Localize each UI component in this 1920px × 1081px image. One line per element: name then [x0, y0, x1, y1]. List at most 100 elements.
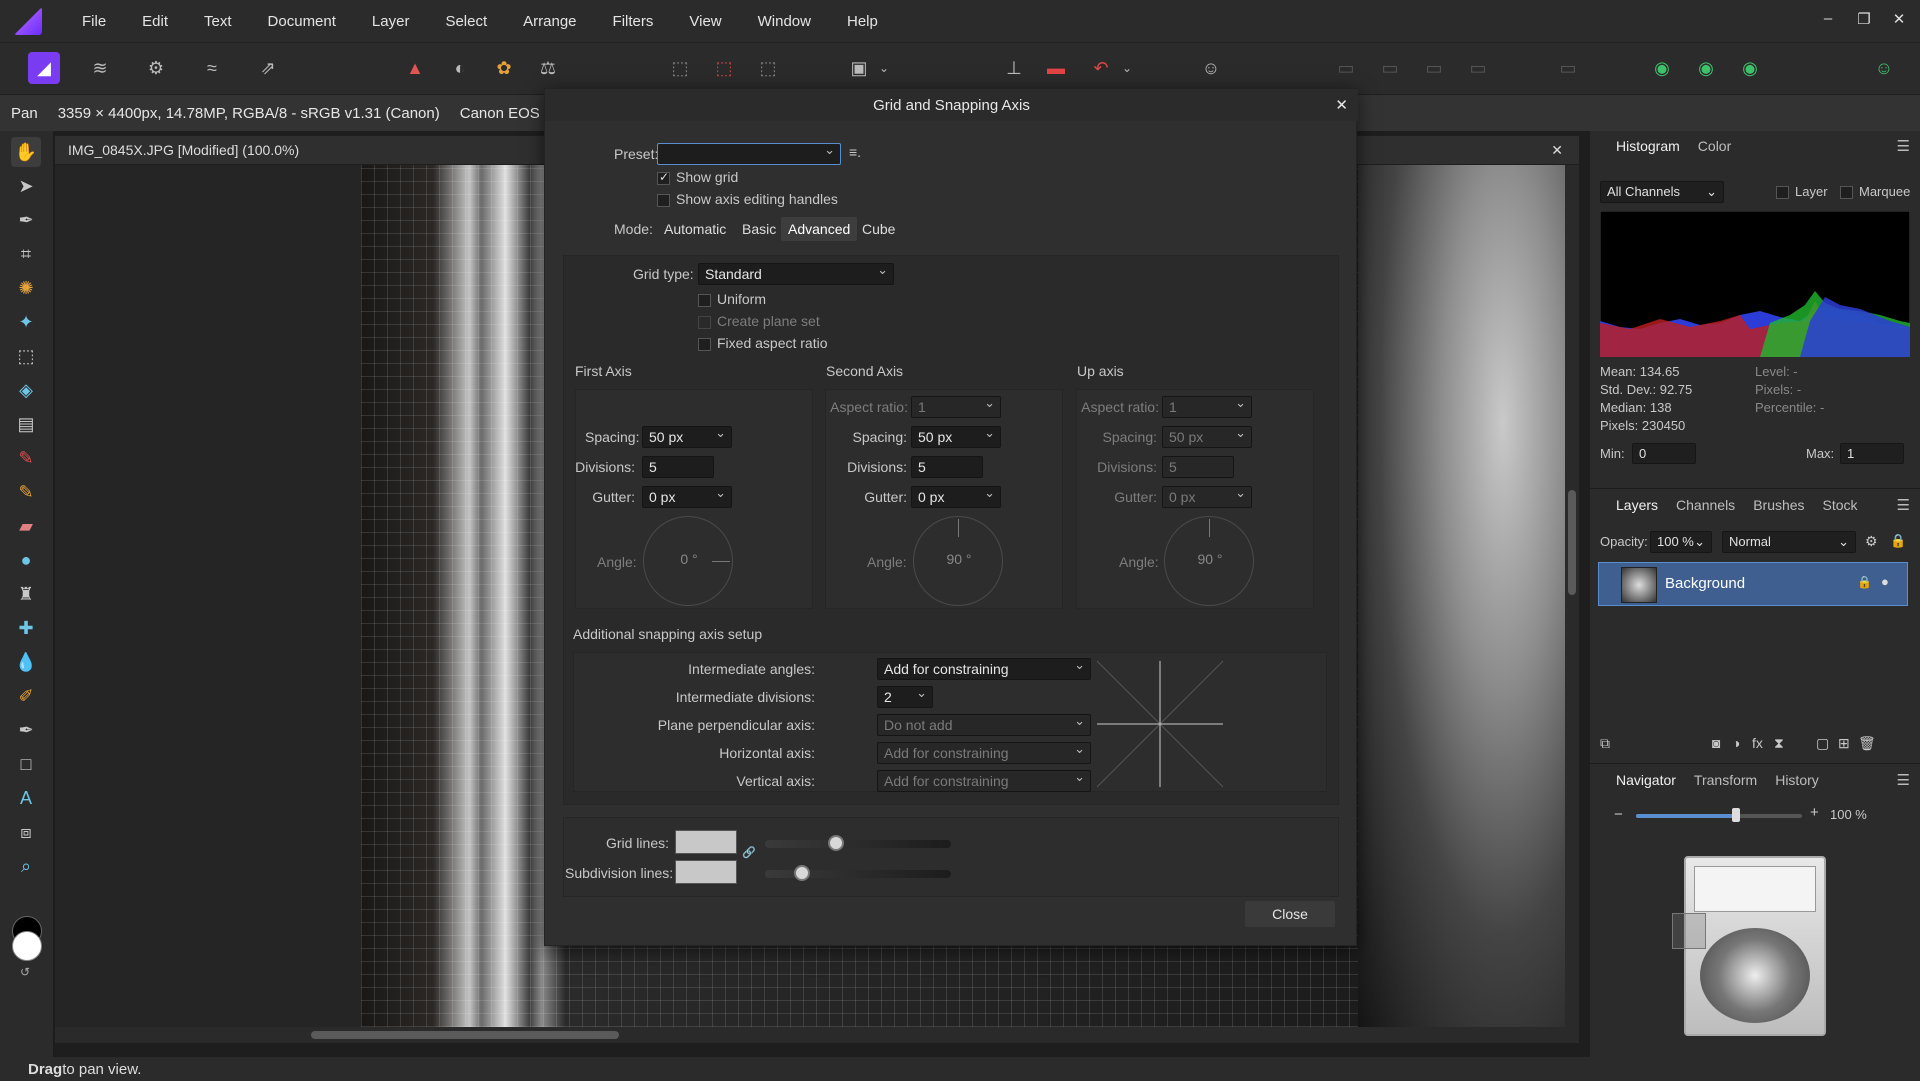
fixed-aspect-checkbox[interactable]: Fixed aspect ratio [698, 335, 828, 351]
tab-brushes[interactable]: Brushes [1744, 497, 1813, 513]
menu-help[interactable]: Help [829, 13, 896, 30]
zoom-value[interactable]: 100 % [1830, 807, 1867, 822]
panel-menu-icon[interactable]: ☰ [1897, 771, 1910, 789]
second-gutter-select[interactable]: 0 px [911, 486, 1001, 508]
minimize-icon[interactable]: – [1818, 10, 1838, 30]
color-replace-icon[interactable]: ✎ [11, 477, 41, 507]
intersect-icon[interactable]: ◉ [1734, 52, 1766, 84]
tab-histogram[interactable]: Histogram [1607, 138, 1689, 154]
opacity-select[interactable]: 100 % ⌄ [1650, 531, 1712, 553]
blur-icon[interactable]: 💧 [11, 647, 41, 677]
show-axis-handles-check[interactable] [657, 193, 670, 207]
zoom-out-icon[interactable]: − [1614, 806, 1623, 823]
vertical-scroll-thumb[interactable] [1568, 490, 1576, 595]
layer-options-icon[interactable]: ⧉ [1600, 735, 1610, 752]
flood-fill-icon[interactable]: ◈ [11, 375, 41, 405]
mask-icon[interactable]: ◙ [1712, 735, 1720, 751]
grid-lines-color-swatch[interactable] [675, 830, 737, 854]
text-icon[interactable]: A [11, 783, 41, 813]
export-persona-icon[interactable]: ⇗ [252, 52, 284, 84]
color-picker-icon[interactable]: ✒ [11, 205, 41, 235]
deselect-icon[interactable]: ⬚ [708, 52, 740, 84]
layer-checkbox[interactable]: Layer [1776, 184, 1828, 200]
dodge-icon[interactable]: ● [11, 545, 41, 575]
subtract-icon[interactable]: ◉ [1690, 52, 1722, 84]
preset-select[interactable] [657, 143, 841, 165]
assistant-icon[interactable]: ☺ [1195, 52, 1227, 84]
tab-history[interactable]: History [1766, 772, 1828, 788]
chevron-down-icon[interactable]: ⌄ [1119, 52, 1135, 84]
undo-icon[interactable]: ↶ [1085, 52, 1117, 84]
lock-icon[interactable]: 🔒 [1890, 533, 1906, 549]
fx-icon[interactable]: fx [1752, 735, 1763, 751]
menu-select[interactable]: Select [427, 13, 505, 30]
show-axis-handles-checkbox[interactable]: Show axis editing handles [657, 191, 838, 207]
marquee-icon[interactable]: ⬚ [11, 341, 41, 371]
menu-view[interactable]: View [671, 13, 739, 30]
tab-layers[interactable]: Layers [1607, 497, 1667, 513]
close-document-icon[interactable]: ✕ [1551, 142, 1563, 159]
tab-stock[interactable]: Stock [1814, 497, 1867, 513]
marquee-check[interactable] [1840, 186, 1853, 200]
zoom-slider-knob[interactable] [1731, 808, 1740, 822]
mesh-warp-icon[interactable]: ⧈ [11, 817, 41, 847]
vertical-scrollbar[interactable] [1565, 165, 1579, 1027]
navigator-viewport[interactable] [1672, 913, 1706, 949]
second-divisions-input[interactable]: 5 [911, 456, 983, 478]
menu-layer[interactable]: Layer [354, 13, 428, 30]
marquee-checkbox[interactable]: Marquee [1840, 184, 1910, 200]
settings-gear-icon[interactable]: ⚙ [1865, 533, 1878, 550]
subdivision-lines-opacity-slider[interactable] [765, 865, 951, 881]
first-gutter-select[interactable]: 0 px [642, 486, 732, 508]
align-icon[interactable]: ⊥ [998, 52, 1030, 84]
delete-layer-icon[interactable]: 🗑 [1858, 735, 1876, 752]
uniform-checkbox[interactable]: Uniform [698, 291, 766, 307]
arrange-icon[interactable]: ▭ [1374, 52, 1406, 84]
gradient-icon[interactable]: ▤ [11, 409, 41, 439]
blend-mode-select[interactable]: Normal ⌄ [1722, 531, 1856, 553]
first-angle-dial[interactable]: 0 ° [643, 516, 733, 606]
erase-icon[interactable]: ▰ [11, 511, 41, 541]
arrange-icon[interactable]: ▭ [1418, 52, 1450, 84]
preset-menu-icon[interactable]: ≡. [849, 144, 861, 160]
selection-brush-icon[interactable]: ✺ [11, 273, 41, 303]
adjustment-icon[interactable]: ◑ [1732, 735, 1740, 751]
new-layer-icon[interactable]: ⊞ [1838, 735, 1850, 752]
menu-filters[interactable]: Filters [595, 13, 672, 30]
first-divisions-input[interactable]: 5 [642, 456, 714, 478]
liquify-persona-icon[interactable]: ≋ [84, 52, 116, 84]
mode-advanced[interactable]: Advanced [781, 217, 858, 241]
max-input[interactable]: 1 [1840, 443, 1904, 464]
grid-type-select[interactable]: Standard [698, 263, 894, 285]
panel-menu-icon[interactable]: ☰ [1897, 496, 1910, 514]
levels-icon[interactable]: ▲ [399, 52, 431, 84]
menu-file[interactable]: File [64, 13, 124, 30]
zoom-slider[interactable] [1636, 808, 1802, 822]
grid-lines-opacity-slider[interactable] [765, 835, 951, 851]
zoom-in-icon[interactable]: + [1810, 804, 1819, 821]
flip-icon[interactable]: ▭ [1552, 52, 1584, 84]
add-icon[interactable]: ◉ [1646, 52, 1678, 84]
arrange-icon[interactable]: ▭ [1462, 52, 1494, 84]
healing-icon[interactable]: ✚ [11, 613, 41, 643]
paint-brush-icon[interactable]: ✎ [11, 443, 41, 473]
layer-lock-icon[interactable]: 🔒 [1857, 575, 1872, 589]
crop-icon[interactable]: ⌗ [11, 239, 41, 269]
zoom-icon[interactable]: ⌕ [11, 851, 41, 881]
develop-persona-icon[interactable]: ⚙ [140, 52, 172, 84]
fixed-aspect-check[interactable] [698, 337, 711, 351]
mode-cube[interactable]: Cube [855, 217, 902, 241]
show-grid-checkbox[interactable]: Show grid [657, 169, 738, 185]
mode-automatic[interactable]: Automatic [657, 217, 733, 241]
second-angle-dial[interactable]: 90 ° [913, 516, 1003, 606]
invert-selection-icon[interactable]: ⬚ [752, 52, 784, 84]
auto-contrast-icon[interactable]: ◐ [444, 52, 476, 84]
show-grid-check[interactable] [657, 170, 670, 185]
live-filter-icon[interactable]: ⧗ [1774, 735, 1784, 752]
intermediate-divisions-select[interactable]: 2 [877, 686, 933, 708]
menu-window[interactable]: Window [740, 13, 829, 30]
selection-mode-icon[interactable]: ⬚ [664, 52, 696, 84]
flood-select-icon[interactable]: ✦ [11, 307, 41, 337]
min-input[interactable]: 0 [1632, 443, 1696, 464]
menu-arrange[interactable]: Arrange [505, 13, 594, 30]
